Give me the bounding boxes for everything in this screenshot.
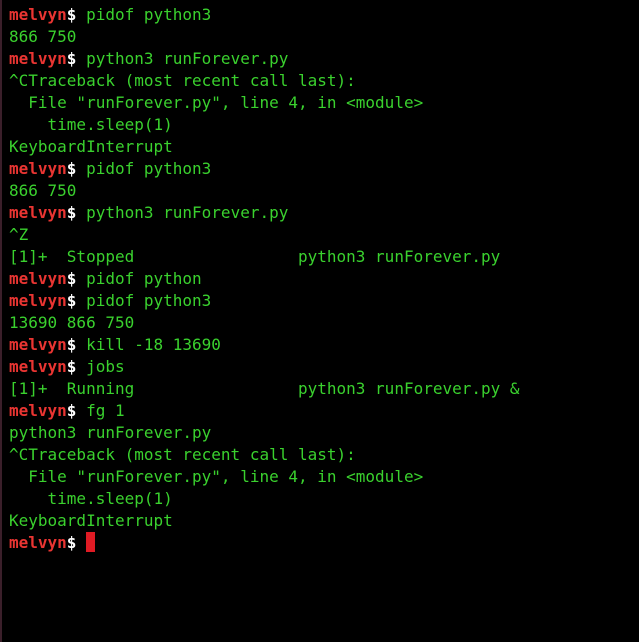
output-text: File "runForever.py", line 4, in <module… <box>9 467 424 486</box>
prompt-line: melvyn$ kill -18 13690 <box>9 334 639 356</box>
output-line: time.sleep(1) <box>9 488 639 510</box>
command-text: python3 runForever.py <box>76 203 289 222</box>
prompt-sign: $ <box>66 335 77 354</box>
prompt-sign: $ <box>66 49 77 68</box>
prompt-user: melvyn <box>9 49 67 68</box>
prompt-line: melvyn$ jobs <box>9 356 639 378</box>
output-line: time.sleep(1) <box>9 114 639 136</box>
output-text: time.sleep(1) <box>9 489 173 508</box>
command-text: jobs <box>76 357 125 376</box>
prompt-line: melvyn$ pidof python3 <box>9 4 639 26</box>
output-text: ^CTraceback (most recent call last): <box>9 445 356 464</box>
output-line: 866 750 <box>9 180 639 202</box>
command-text: kill -18 13690 <box>76 335 221 354</box>
prompt-sign: $ <box>66 269 77 288</box>
output-text: [1]+ Running python3 runForever.py & <box>9 379 520 398</box>
prompt-sign: $ <box>66 159 77 178</box>
output-text: KeyboardInterrupt <box>9 137 173 156</box>
prompt-user: melvyn <box>9 533 67 552</box>
terminal-window[interactable]: melvyn$ pidof python3 866 750 melvyn$ pyth… <box>0 0 639 642</box>
command-text: fg 1 <box>76 401 125 420</box>
output-text: File "runForever.py", line 4, in <module… <box>9 93 424 112</box>
output-line: KeyboardInterrupt <box>9 136 639 158</box>
command-text: pidof python3 <box>76 159 212 178</box>
output-text: 866 750 <box>9 181 77 200</box>
output-line: [1]+ Running python3 runForever.py & <box>9 378 639 400</box>
prompt-line: melvyn$ fg 1 <box>9 400 639 422</box>
output-line: KeyboardInterrupt <box>9 510 639 532</box>
output-text: [1]+ Stopped python3 runForever.py <box>9 247 501 266</box>
output-line: python3 runForever.py <box>9 422 639 444</box>
output-line: 866 750 <box>9 26 639 48</box>
prompt-user: melvyn <box>9 291 67 310</box>
prompt-user: melvyn <box>9 357 67 376</box>
prompt-user: melvyn <box>9 159 67 178</box>
output-text: time.sleep(1) <box>9 115 173 134</box>
prompt-sign: $ <box>66 5 77 24</box>
prompt-sign: $ <box>66 291 77 310</box>
output-line: 13690 866 750 <box>9 312 639 334</box>
output-line: ^CTraceback (most recent call last): <box>9 444 639 466</box>
output-text: KeyboardInterrupt <box>9 511 173 530</box>
prompt-sign: $ <box>66 533 77 552</box>
command-text: pidof python <box>76 269 202 288</box>
output-line: ^CTraceback (most recent call last): <box>9 70 639 92</box>
prompt-line: melvyn$ python3 runForever.py <box>9 48 639 70</box>
prompt-sign: $ <box>66 203 77 222</box>
prompt-sign: $ <box>66 401 77 420</box>
active-prompt-line: melvyn$ <box>9 532 639 554</box>
command-text: python3 runForever.py <box>76 49 289 68</box>
output-text: ^CTraceback (most recent call last): <box>9 71 356 90</box>
prompt-sign: $ <box>66 357 77 376</box>
window-edge <box>0 0 2 642</box>
output-text: python3 runForever.py <box>9 423 212 442</box>
prompt-user: melvyn <box>9 401 67 420</box>
command-text: pidof python3 <box>76 5 212 24</box>
output-text: 866 750 <box>9 27 77 46</box>
prompt-user: melvyn <box>9 335 67 354</box>
output-text: ^Z <box>9 225 29 244</box>
prompt-user: melvyn <box>9 203 67 222</box>
output-line: File "runForever.py", line 4, in <module… <box>9 92 639 114</box>
command-text: pidof python3 <box>76 291 212 310</box>
text-cursor[interactable] <box>86 532 96 552</box>
output-line: [1]+ Stopped python3 runForever.py <box>9 246 639 268</box>
prompt-line: melvyn$ pidof python3 <box>9 158 639 180</box>
output-line: File "runForever.py", line 4, in <module… <box>9 466 639 488</box>
prompt-line: melvyn$ pidof python3 <box>9 290 639 312</box>
prompt-user: melvyn <box>9 269 67 288</box>
output-text: 13690 866 750 <box>9 313 135 332</box>
prompt-line: melvyn$ pidof python <box>9 268 639 290</box>
terminal-output: melvyn$ pidof python3 866 750 melvyn$ pyth… <box>9 4 639 554</box>
output-line: ^Z <box>9 224 639 246</box>
prompt-user: melvyn <box>9 5 67 24</box>
prompt-line: melvyn$ python3 runForever.py <box>9 202 639 224</box>
